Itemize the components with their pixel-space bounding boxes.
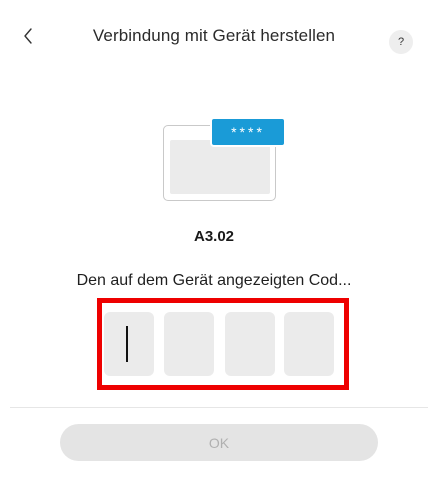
device-screen	[170, 140, 270, 194]
back-button[interactable]	[18, 24, 38, 48]
chevron-left-icon	[24, 28, 32, 44]
device-illustration: ****	[163, 117, 288, 201]
code-cell-3[interactable]	[225, 312, 275, 376]
text-cursor	[126, 326, 128, 362]
code-cell-2[interactable]	[164, 312, 214, 376]
help-button[interactable]: ?	[389, 30, 413, 54]
page-title: Verbindung mit Gerät herstellen	[92, 26, 336, 45]
code-input-group	[104, 312, 336, 377]
footer-divider	[10, 407, 428, 408]
code-badge: ****	[210, 117, 286, 147]
header: Verbindung mit Gerät herstellen ?	[0, 0, 428, 78]
device-name: A3.02	[193, 228, 235, 245]
code-cell-4[interactable]	[284, 312, 334, 376]
ok-button[interactable]: OK	[60, 424, 378, 461]
code-cell-1[interactable]	[104, 312, 154, 376]
instruction-text: Den auf dem Gerät angezeigten Cod...	[76, 272, 352, 289]
